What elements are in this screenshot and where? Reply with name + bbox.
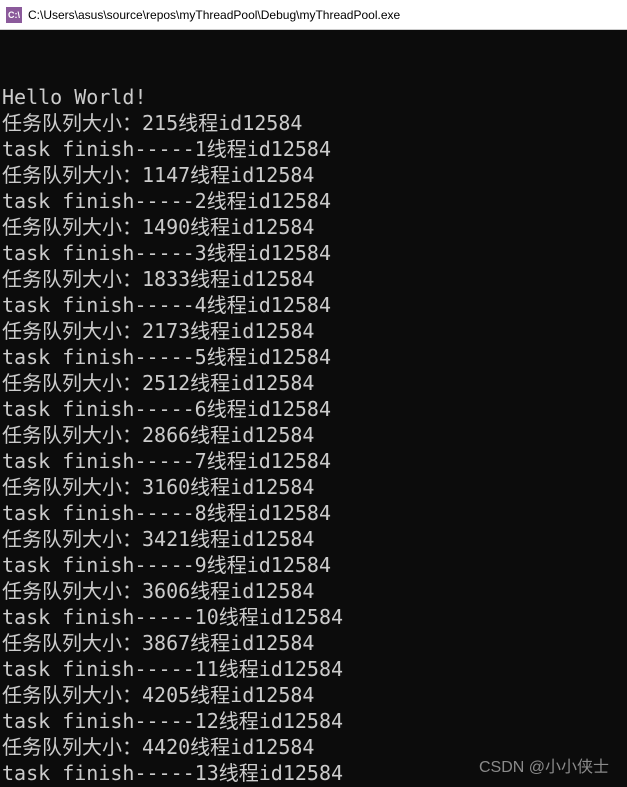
window-titlebar[interactable]: C:\ C:\Users\asus\source\repos\myThreadP…	[0, 0, 627, 30]
console-line-hello: Hello World!	[2, 84, 627, 110]
console-output: Hello World!任务队列大小：215线程id12584 task fin…	[0, 30, 627, 787]
app-icon: C:\	[6, 7, 22, 23]
window-title: C:\Users\asus\source\repos\myThreadPool\…	[28, 8, 400, 22]
